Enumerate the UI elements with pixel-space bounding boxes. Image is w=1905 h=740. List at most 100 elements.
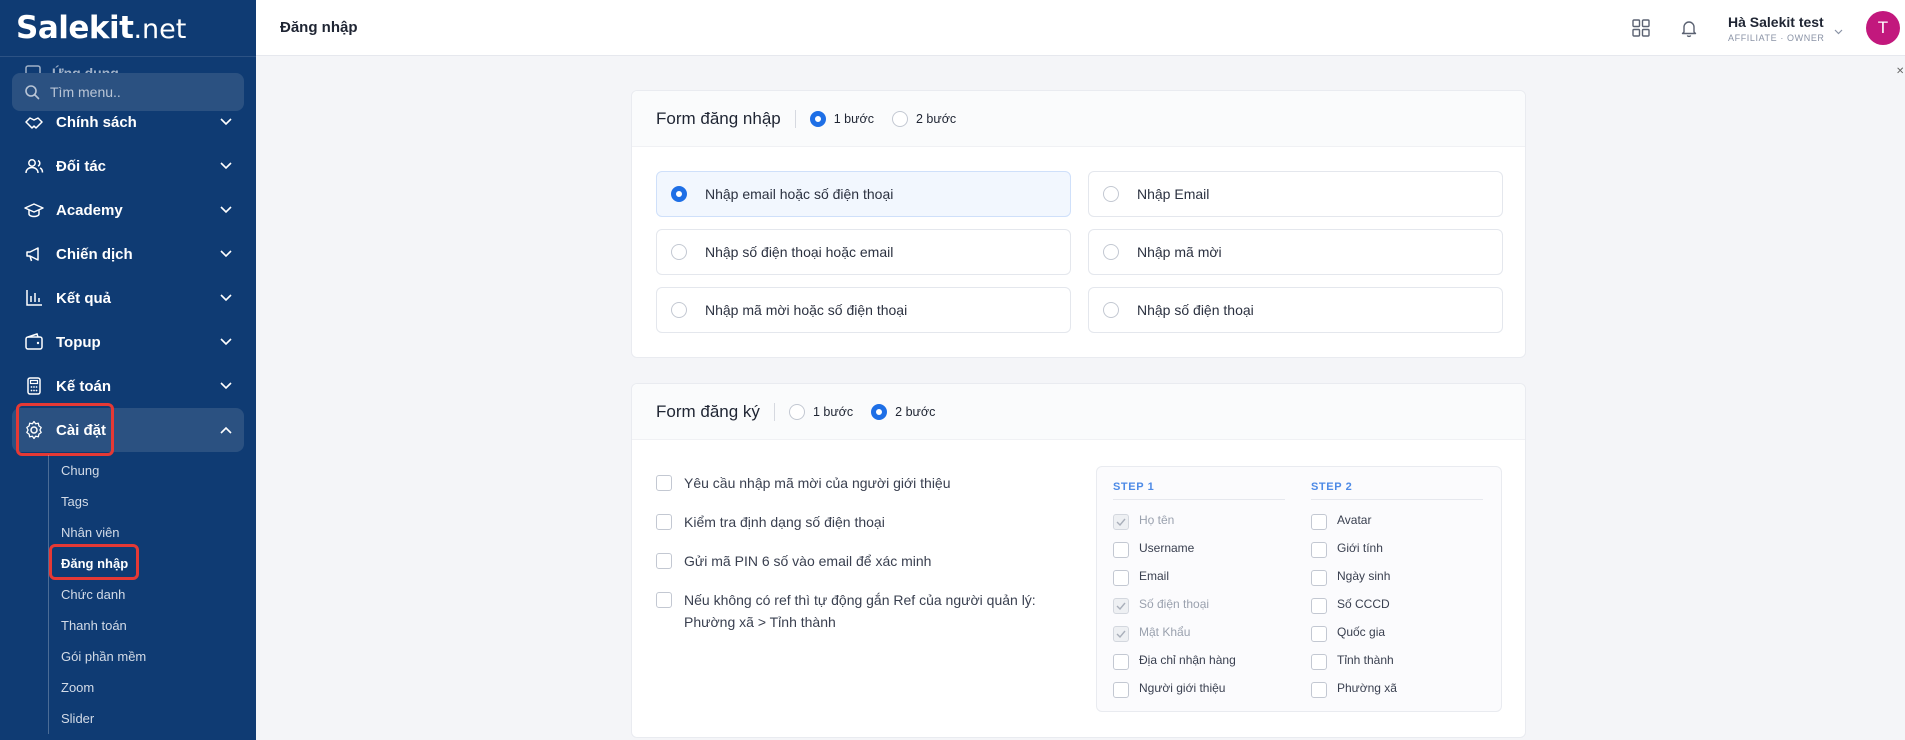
- step2-field-gender[interactable]: Giới tính: [1311, 534, 1483, 562]
- step1-field-phone: Số điện thoại: [1113, 590, 1285, 618]
- chevron-up-icon: [220, 424, 232, 436]
- sidebar-item-results[interactable]: Kết quả: [12, 276, 244, 320]
- login-option[interactable]: Nhập mã mời hoặc số điện thoại: [656, 287, 1071, 333]
- bell-icon[interactable]: [1677, 16, 1701, 40]
- sidebar-item-label: Chính sách: [56, 113, 137, 131]
- field-label: Email: [1139, 569, 1170, 583]
- page-title: Đăng nhập: [280, 19, 358, 36]
- login-option[interactable]: Nhập số điện thoại hoặc email: [656, 229, 1071, 275]
- settings-submenu: Chung Tags Nhân viên Đăng nhập Chức danh…: [48, 455, 238, 734]
- step2-field-id-number[interactable]: Số CCCD: [1311, 590, 1483, 618]
- check-icon: [1113, 597, 1129, 614]
- sidebar-item-academy[interactable]: Academy: [12, 188, 244, 232]
- login-step-1-radio[interactable]: 1 bước: [809, 110, 874, 127]
- megaphone-icon: [24, 244, 44, 264]
- checkbox-icon: [1311, 597, 1327, 614]
- avatar[interactable]: T: [1866, 11, 1900, 45]
- login-option-label: Nhập Email: [1137, 186, 1210, 202]
- register-check-email-pin[interactable]: Gửi mã PIN 6 số vào email để xác minh: [656, 550, 1056, 572]
- sidebar-nav: Chính sách Đối tác Academy Chiến dịch Kế…: [12, 100, 244, 452]
- submenu-item-staff[interactable]: Nhân viên: [61, 517, 238, 548]
- chevron-down-icon: [220, 336, 232, 348]
- login-option[interactable]: Nhập số điện thoại: [1088, 287, 1503, 333]
- chevron-down-icon: [220, 248, 232, 260]
- field-label: Quốc gia: [1337, 625, 1386, 639]
- sidebar-item-settings[interactable]: Cài đặt: [12, 408, 244, 452]
- step1-heading: STEP 1: [1113, 481, 1285, 500]
- sidebar-item-label: Topup: [56, 333, 101, 351]
- register-check-referral-code[interactable]: Yêu cầu nhập mã mời của người giới thiệu: [656, 472, 1056, 494]
- sidebar-item-accounting[interactable]: Kế toán: [12, 364, 244, 408]
- step2-field-birthday[interactable]: Ngày sinh: [1311, 562, 1483, 590]
- checkbox-icon: [656, 475, 672, 491]
- step2-field-ward[interactable]: Phường xã: [1311, 674, 1483, 702]
- login-option[interactable]: Nhập email hoặc số điện thoại: [656, 171, 1071, 217]
- sidebar-item-label: Kế toán: [56, 377, 112, 395]
- divider: [794, 109, 796, 128]
- login-option-label: Nhập số điện thoại: [1137, 302, 1254, 318]
- step2-field-country[interactable]: Quốc gia: [1311, 618, 1483, 646]
- sidebar-item-partners[interactable]: Đối tác: [12, 144, 244, 188]
- submenu-item-general[interactable]: Chung: [61, 455, 238, 486]
- checkbox-icon: [1311, 569, 1327, 586]
- field-label: Số điện thoại: [1139, 597, 1210, 611]
- register-check-auto-ref[interactable]: Nếu không có ref thì tự động gắn Ref của…: [656, 589, 1046, 633]
- chevron-down-icon[interactable]: [1834, 22, 1843, 40]
- step2-field-avatar[interactable]: Avatar: [1311, 506, 1483, 534]
- step2-field-province[interactable]: Tỉnh thành: [1311, 646, 1483, 674]
- step1-field-referrer[interactable]: Người giới thiệu: [1113, 674, 1285, 702]
- submenu-item-tags[interactable]: Tags: [61, 486, 238, 517]
- submenu-item-zoom[interactable]: Zoom: [61, 672, 238, 703]
- submenu-item-positions[interactable]: Chức danh: [61, 579, 238, 610]
- login-option[interactable]: Nhập mã mời: [1088, 229, 1503, 275]
- step1-field-username[interactable]: Username: [1113, 534, 1285, 562]
- checkbox-icon: [1113, 569, 1129, 586]
- login-step-2-radio[interactable]: 2 bước: [891, 110, 956, 127]
- sidebar-item-label: Academy: [56, 201, 123, 219]
- field-label: Người giới thiệu: [1139, 681, 1226, 695]
- field-label: Giới tính: [1337, 541, 1383, 555]
- login-option-label: Nhập mã mời: [1137, 244, 1222, 260]
- field-label: Địa chỉ nhận hàng: [1139, 653, 1236, 667]
- checkbox-icon: [1113, 653, 1129, 670]
- login-form-header: Form đăng nhập 1 bước 2 bước: [632, 91, 1525, 147]
- close-icon[interactable]: ✕: [1896, 66, 1904, 77]
- search-icon: [25, 85, 40, 100]
- register-step-2-radio[interactable]: 2 bước: [871, 403, 935, 420]
- login-option[interactable]: Nhập Email: [1088, 171, 1503, 217]
- register-steps-panel: STEP 1 Họ tên Username Email Số điện tho…: [1096, 466, 1502, 712]
- step1-field-email[interactable]: Email: [1113, 562, 1285, 590]
- submenu-item-login[interactable]: Đăng nhập: [61, 548, 238, 579]
- field-label: Avatar: [1337, 513, 1372, 527]
- step1-field-address[interactable]: Địa chỉ nhận hàng: [1113, 646, 1285, 674]
- brand-logo[interactable]: Salekit .net: [16, 10, 186, 50]
- sidebar-item-topup[interactable]: Topup: [12, 320, 244, 364]
- topbar: Đăng nhập Hà Salekit test AFFILIATE · OW…: [256, 0, 1905, 77]
- sidebar-item-policy[interactable]: Chính sách: [12, 100, 244, 144]
- wallet-icon: [24, 332, 44, 352]
- sidebar-search-input[interactable]: [50, 84, 230, 100]
- submenu-item-software-packages[interactable]: Gói phần mềm: [61, 641, 238, 672]
- login-option-label: Nhập mã mời hoặc số điện thoại: [705, 302, 908, 318]
- radio-selected-icon: [809, 110, 826, 127]
- checkbox-icon: [1311, 541, 1327, 558]
- radio-empty-icon: [1103, 302, 1119, 318]
- submenu-item-slider[interactable]: Slider: [61, 703, 238, 734]
- sidebar-item-label: Kết quả: [56, 289, 112, 307]
- field-label: Phường xã: [1337, 681, 1397, 695]
- checkbox-icon: [1311, 653, 1327, 670]
- checkbox-icon: [1311, 625, 1327, 642]
- sidebar-item-label: Đối tác: [56, 157, 107, 175]
- register-check-phone-format[interactable]: Kiểm tra định dạng số điện thoại: [656, 511, 1056, 533]
- step2-heading: STEP 2: [1311, 481, 1483, 500]
- sidebar-item-campaigns[interactable]: Chiến dịch: [12, 232, 244, 276]
- login-form-card: Form đăng nhập 1 bước 2 bước Nhập email …: [631, 90, 1526, 358]
- submenu-item-payment[interactable]: Thanh toán: [61, 610, 238, 641]
- register-step-1-radio[interactable]: 1 bước: [788, 403, 853, 420]
- check-icon: [1113, 625, 1129, 642]
- radio-empty-icon: [1103, 244, 1119, 260]
- checkbox-icon: [656, 553, 672, 569]
- sidebar: Salekit .net Ứng dụng Chính sách Đối tác…: [0, 0, 256, 740]
- apps-grid-icon[interactable]: [1629, 16, 1653, 40]
- brand-tld: .net: [133, 14, 187, 45]
